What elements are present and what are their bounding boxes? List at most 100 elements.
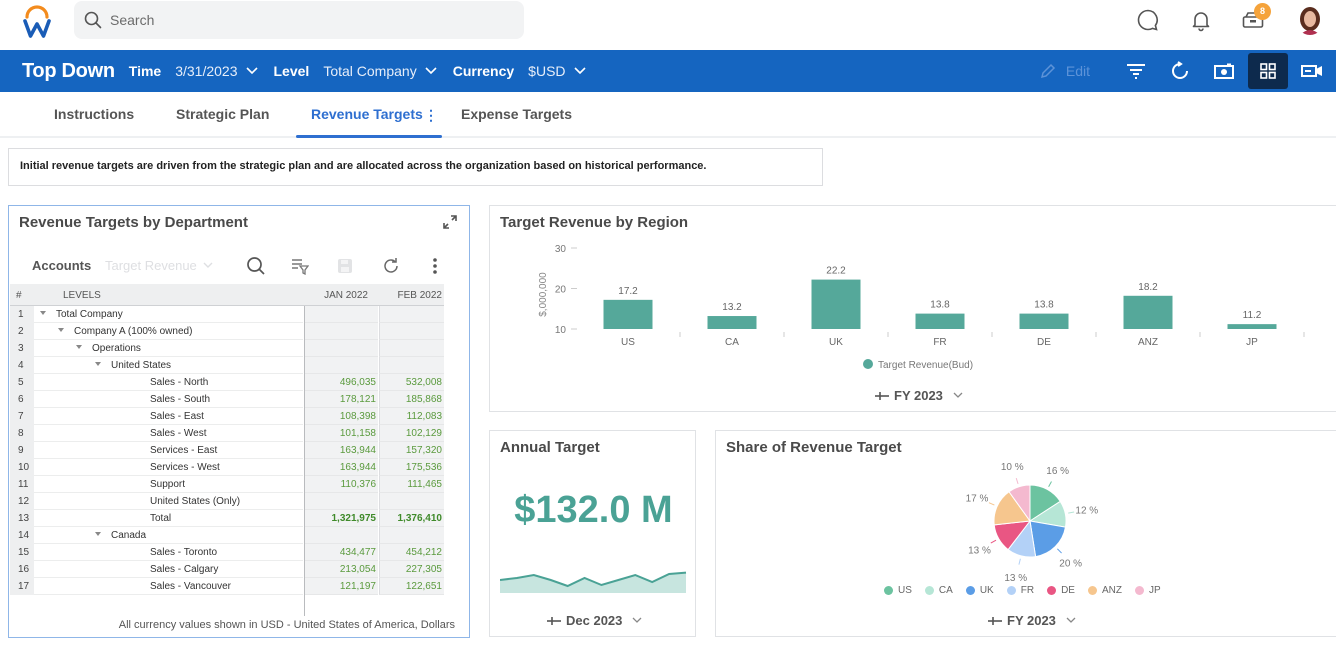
table-row[interactable]: 8 Sales - West 101,158 102,129 bbox=[10, 425, 444, 442]
cell-jan-2022[interactable]: 163,944 bbox=[304, 442, 378, 459]
collapse-toggle-icon[interactable] bbox=[58, 328, 64, 333]
table-row[interactable]: 15 Sales - Toronto 434,477 454,212 bbox=[10, 544, 444, 561]
grid-refresh-button[interactable] bbox=[379, 254, 403, 278]
table-row[interactable]: 5 Sales - North 496,035 532,008 bbox=[10, 374, 444, 391]
accounts-select[interactable]: Target Revenue bbox=[105, 258, 213, 273]
cell-jan-2022[interactable]: 101,158 bbox=[304, 425, 378, 442]
bar[interactable] bbox=[603, 299, 653, 329]
col-header-jan-2022[interactable]: JAN 2022 bbox=[304, 290, 368, 301]
cell-feb-2022[interactable]: 227,305 bbox=[379, 561, 444, 578]
cell-jan-2022[interactable]: 163,944 bbox=[304, 459, 378, 476]
cell-jan-2022[interactable]: 434,477 bbox=[304, 544, 378, 561]
level-dropdown[interactable]: Total Company bbox=[323, 63, 437, 79]
legend-item[interactable]: DE bbox=[1047, 585, 1075, 596]
grid-more-button[interactable] bbox=[423, 254, 447, 278]
edit-button[interactable]: Edit bbox=[1040, 63, 1090, 79]
grid-search-button[interactable] bbox=[244, 254, 268, 278]
legend-item[interactable]: US bbox=[884, 585, 912, 596]
cell-feb-2022[interactable]: 102,129 bbox=[379, 425, 444, 442]
cell-jan-2022[interactable]: 178,121 bbox=[304, 391, 378, 408]
cell-jan-2022[interactable] bbox=[304, 493, 378, 510]
cell-feb-2022[interactable] bbox=[379, 340, 444, 357]
period-selector[interactable]: FY 2023 bbox=[875, 388, 968, 403]
collapse-toggle-icon[interactable] bbox=[76, 345, 82, 350]
snapshot-button[interactable] bbox=[1204, 53, 1244, 89]
table-row[interactable]: 7 Sales - East 108,398 112,083 bbox=[10, 408, 444, 425]
grid-view-button[interactable] bbox=[1248, 53, 1288, 89]
cell-jan-2022[interactable]: 121,197 bbox=[304, 578, 378, 595]
cell-feb-2022[interactable] bbox=[379, 493, 444, 510]
grid-save-button[interactable] bbox=[333, 254, 357, 278]
table-row[interactable]: 1 Total Company bbox=[10, 306, 444, 323]
collapse-toggle-icon[interactable] bbox=[40, 311, 46, 316]
cell-feb-2022[interactable]: 454,212 bbox=[379, 544, 444, 561]
avatar[interactable] bbox=[1296, 5, 1324, 35]
cell-feb-2022[interactable]: 175,536 bbox=[379, 459, 444, 476]
table-row[interactable]: 9 Services - East 163,944 157,320 bbox=[10, 442, 444, 459]
table-row[interactable]: 3 Operations bbox=[10, 340, 444, 357]
legend-item[interactable]: FR bbox=[1006, 585, 1034, 596]
tab-more-icon[interactable]: ⋮ bbox=[424, 107, 438, 124]
bar[interactable] bbox=[707, 316, 757, 329]
table-row[interactable]: 14 Canada bbox=[10, 527, 444, 544]
col-header-levels[interactable]: LEVELS bbox=[63, 290, 101, 301]
cell-feb-2022[interactable]: 532,008 bbox=[379, 374, 444, 391]
cell-feb-2022[interactable]: 112,083 bbox=[379, 408, 444, 425]
cell-feb-2022[interactable] bbox=[379, 527, 444, 544]
table-row[interactable]: 13 Total 1,321,975 1,376,410 bbox=[10, 510, 444, 527]
tab-strategic-plan[interactable]: Strategic Plan bbox=[176, 106, 269, 122]
grid-filter-button[interactable] bbox=[288, 254, 312, 278]
cell-jan-2022[interactable]: 496,035 bbox=[304, 374, 378, 391]
period-selector[interactable]: FY 2023 bbox=[988, 613, 1081, 628]
collapse-toggle-icon[interactable] bbox=[95, 532, 101, 537]
cell-jan-2022[interactable] bbox=[304, 306, 378, 323]
bar[interactable] bbox=[811, 279, 861, 329]
cell-jan-2022[interactable]: 108,398 bbox=[304, 408, 378, 425]
table-row[interactable]: 11 Support 110,376 111,465 bbox=[10, 476, 444, 493]
cell-jan-2022[interactable] bbox=[304, 323, 378, 340]
cell-feb-2022[interactable]: 185,868 bbox=[379, 391, 444, 408]
cell-jan-2022[interactable]: 110,376 bbox=[304, 476, 378, 493]
table-row[interactable]: 6 Sales - South 178,121 185,868 bbox=[10, 391, 444, 408]
bar[interactable] bbox=[1123, 295, 1173, 329]
legend-item[interactable]: CA bbox=[924, 585, 953, 596]
legend-item[interactable]: UK bbox=[965, 585, 994, 596]
chat-icon[interactable] bbox=[1136, 8, 1160, 32]
tab-instructions[interactable]: Instructions bbox=[54, 106, 134, 122]
search-bar[interactable] bbox=[74, 1, 524, 39]
tab-revenue-targets[interactable]: Revenue Targets bbox=[311, 106, 423, 122]
cell-feb-2022[interactable]: 157,320 bbox=[379, 442, 444, 459]
bar[interactable] bbox=[1019, 313, 1069, 329]
col-header-feb-2022[interactable]: FEB 2022 bbox=[379, 290, 442, 301]
cell-jan-2022[interactable] bbox=[304, 527, 378, 544]
table-row[interactable]: 17 Sales - Vancouver 121,197 122,651 bbox=[10, 578, 444, 595]
cell-jan-2022[interactable]: 1,321,975 bbox=[304, 510, 378, 527]
currency-dropdown[interactable]: $USD bbox=[528, 63, 586, 79]
filter-button[interactable] bbox=[1116, 53, 1156, 89]
table-row[interactable]: 16 Sales - Calgary 213,054 227,305 bbox=[10, 561, 444, 578]
bar[interactable] bbox=[1227, 324, 1277, 329]
cell-feb-2022[interactable]: 122,651 bbox=[379, 578, 444, 595]
cell-jan-2022[interactable]: 213,054 bbox=[304, 561, 378, 578]
cell-feb-2022[interactable]: 111,465 bbox=[379, 476, 444, 493]
refresh-button[interactable] bbox=[1160, 53, 1200, 89]
bar[interactable] bbox=[915, 313, 965, 329]
cell-feb-2022[interactable]: 1,376,410 bbox=[379, 510, 444, 527]
presentation-button[interactable] bbox=[1292, 53, 1332, 89]
search-input[interactable] bbox=[110, 12, 490, 28]
collapse-toggle-icon[interactable] bbox=[95, 362, 101, 367]
workday-logo[interactable] bbox=[22, 5, 52, 39]
table-row[interactable]: 2 Company A (100% owned) bbox=[10, 323, 444, 340]
time-dropdown[interactable]: 3/31/2023 bbox=[175, 63, 258, 79]
table-row[interactable]: 12 United States (Only) bbox=[10, 493, 444, 510]
cell-feb-2022[interactable] bbox=[379, 323, 444, 340]
cell-jan-2022[interactable] bbox=[304, 357, 378, 374]
bell-icon[interactable] bbox=[1189, 8, 1213, 32]
cell-jan-2022[interactable] bbox=[304, 340, 378, 357]
table-row[interactable]: 10 Services - West 163,944 175,536 bbox=[10, 459, 444, 476]
cell-feb-2022[interactable] bbox=[379, 357, 444, 374]
expand-icon[interactable] bbox=[443, 215, 457, 229]
tab-expense-targets[interactable]: Expense Targets bbox=[461, 106, 572, 122]
cell-feb-2022[interactable] bbox=[379, 306, 444, 323]
legend-item[interactable]: ANZ bbox=[1087, 585, 1122, 596]
